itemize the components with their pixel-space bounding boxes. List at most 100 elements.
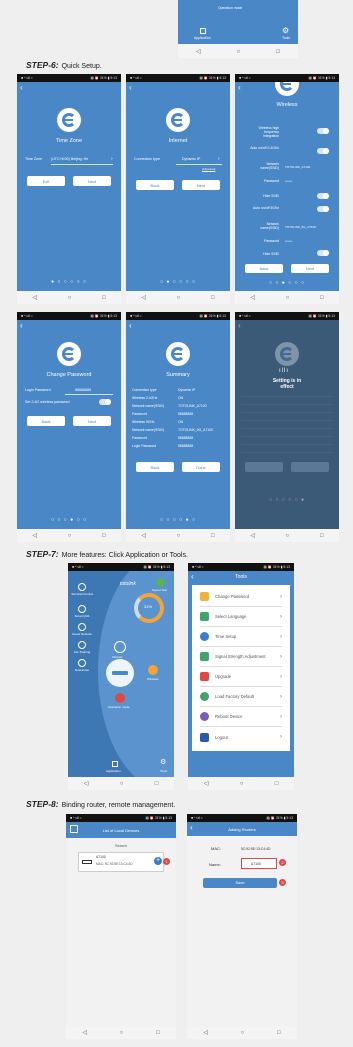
nav-back-icon[interactable]: ◁ xyxy=(196,48,201,55)
back-arrow-icon[interactable]: ‹ xyxy=(20,84,23,92)
toggle-switch[interactable] xyxy=(317,128,329,134)
status-bar: ■ ᴬ ull ≈ ▩ ⏰ 31% ▮ 5:13 xyxy=(66,814,176,822)
fragment-operation-mode[interactable]: Operation mode xyxy=(218,6,242,10)
login-password-value[interactable]: 88888888 xyxy=(75,388,91,392)
nav-home-icon[interactable]: ○ xyxy=(237,49,241,55)
wireless-row-value[interactable]: ••••••• xyxy=(285,239,292,243)
chevron-right-icon: › xyxy=(218,156,220,162)
nav-back-icon[interactable]: ◁ xyxy=(84,780,89,787)
nav-back-icon[interactable]: ◁ xyxy=(32,294,37,301)
toggle-switch[interactable] xyxy=(317,250,329,256)
time-zone-value[interactable]: (UTC+8:00) Beijing, He xyxy=(51,157,88,161)
search-label[interactable]: Search xyxy=(66,844,176,848)
tools-label[interactable]: Tools xyxy=(160,769,167,773)
nav-recent-icon[interactable]: □ xyxy=(102,533,106,539)
nav-recent-icon[interactable]: □ xyxy=(155,781,159,787)
nav-recent-icon[interactable]: □ xyxy=(102,295,106,301)
tool-signal-strength[interactable]: Signal Strength Adjustment › xyxy=(200,647,282,667)
wireless-icon[interactable] xyxy=(148,665,158,675)
nav-back-icon[interactable]: ◁ xyxy=(32,532,37,539)
nav-recent-icon[interactable]: □ xyxy=(211,295,215,301)
tool-upgrade[interactable]: Upgrade › xyxy=(200,667,282,687)
tool-change-password[interactable]: Change Password › xyxy=(200,587,282,607)
nav-back-icon[interactable]: ◁ xyxy=(82,1029,87,1036)
wireless-row-value[interactable]: ••••••• xyxy=(285,179,292,183)
nav-home-icon[interactable]: ○ xyxy=(68,533,72,539)
tool-time-setup[interactable]: Time Setup › xyxy=(200,627,282,647)
nav-home-icon[interactable]: ○ xyxy=(68,295,72,301)
wireless-row-value[interactable]: TOTOLINK_5G_A7100 xyxy=(285,225,316,229)
tool-reboot-device[interactable]: Reboot Device › xyxy=(200,707,282,727)
side-smart-qos[interactable]: Smart QoS xyxy=(70,605,94,618)
logo-icon xyxy=(275,82,299,96)
nav-home-icon[interactable]: ○ xyxy=(241,1030,245,1036)
globe-icon[interactable] xyxy=(114,641,126,653)
grid-icon[interactable] xyxy=(112,761,118,767)
back-button[interactable]: Back xyxy=(136,180,174,190)
router-icon xyxy=(112,671,128,675)
next-button[interactable]: Next xyxy=(73,416,111,426)
nav-recent-icon[interactable]: □ xyxy=(277,1030,281,1036)
loading-icon: ıllı xyxy=(279,368,289,374)
advanced-link[interactable]: Advanced xyxy=(202,167,215,171)
back-arrow-icon[interactable]: ‹ xyxy=(129,84,132,92)
next-button[interactable]: Next xyxy=(182,180,220,190)
wireless-row-value[interactable]: TOTOLINK_A7100 xyxy=(285,165,310,169)
back-button[interactable]: Back xyxy=(245,264,283,273)
summary-row-value: TOTOLINK_A7100 xyxy=(178,404,207,408)
toggle-switch[interactable] xyxy=(99,399,111,405)
operation-mode-icon[interactable] xyxy=(115,693,125,703)
nav-back-icon[interactable]: ◁ xyxy=(250,532,255,539)
tool-logout[interactable]: Logout › xyxy=(200,727,282,747)
nav-home-icon[interactable]: ○ xyxy=(286,295,290,301)
nav-home-icon[interactable]: ○ xyxy=(120,1030,124,1036)
nav-back-icon[interactable]: ◁ xyxy=(250,294,255,301)
done-button[interactable]: Done xyxy=(182,462,220,472)
nav-home-icon[interactable]: ○ xyxy=(120,781,124,787)
mac-value: 5C:92:5E:13:C4:4D xyxy=(241,847,271,851)
nav-back-icon[interactable]: ◁ xyxy=(203,1029,208,1036)
nav-recent-icon[interactable]: □ xyxy=(275,781,279,787)
back-arrow-icon[interactable]: ‹ xyxy=(238,322,241,330)
speed-test-icon[interactable] xyxy=(156,578,165,587)
application-label[interactable]: Application xyxy=(106,769,121,773)
connection-type-value[interactable]: Dynamic IP xyxy=(182,157,200,161)
nav-recent-icon[interactable]: □ xyxy=(320,533,324,539)
nav-back-icon[interactable]: ◁ xyxy=(141,294,146,301)
toggle-switch[interactable] xyxy=(317,193,329,199)
back-arrow-icon[interactable]: ‹ xyxy=(20,322,23,330)
nav-back-icon[interactable]: ◁ xyxy=(204,780,209,787)
fragment-tools[interactable]: Tools xyxy=(282,36,290,40)
back-button[interactable]: Back xyxy=(27,416,65,426)
side-guarantee[interactable]: Guarantee xyxy=(70,659,94,672)
back-arrow-icon[interactable]: ‹ xyxy=(129,322,132,330)
nav-recent-icon[interactable]: □ xyxy=(276,49,280,55)
tool-select-language[interactable]: Select Language › xyxy=(200,607,282,627)
nav-recent-icon[interactable]: □ xyxy=(320,295,324,301)
usage-percent: 31% xyxy=(144,604,153,609)
toggle-switch[interactable] xyxy=(317,206,329,212)
exit-button[interactable]: Exit xyxy=(27,176,65,186)
save-button[interactable]: Save xyxy=(203,878,277,888)
status-bar: ■ ᴬ ull ≈ ▩ ⏰ 31% ▮ 5:13 xyxy=(126,312,230,320)
gear-icon[interactable]: ⚙ xyxy=(160,758,166,766)
nav-recent-icon[interactable]: □ xyxy=(156,1030,160,1036)
speed-test-label[interactable]: Speed Test xyxy=(152,588,167,592)
tool-load-factory-default[interactable]: Load Factory Default › xyxy=(200,687,282,707)
back-arrow-icon[interactable]: ‹ xyxy=(238,84,241,92)
toggle-switch[interactable] xyxy=(317,148,329,154)
next-button[interactable]: Next xyxy=(73,176,111,186)
side-terminal-control[interactable]: Terminal Control xyxy=(70,583,94,596)
nav-home-icon[interactable]: ○ xyxy=(177,295,181,301)
fragment-application[interactable]: Application xyxy=(194,36,211,40)
nav-home-icon[interactable]: ○ xyxy=(240,781,244,787)
nav-back-icon[interactable]: ◁ xyxy=(141,532,146,539)
back-button[interactable]: Back xyxy=(136,462,174,472)
side-guest-network[interactable]: Guest Network xyxy=(70,623,94,636)
nav-home-icon[interactable]: ○ xyxy=(177,533,181,539)
next-button[interactable]: Next xyxy=(291,264,329,273)
side-life-training[interactable]: Life Training xyxy=(70,641,94,654)
nav-home-icon[interactable]: ○ xyxy=(286,533,290,539)
nav-recent-icon[interactable]: □ xyxy=(211,533,215,539)
add-device-icon[interactable]: + xyxy=(154,857,162,865)
